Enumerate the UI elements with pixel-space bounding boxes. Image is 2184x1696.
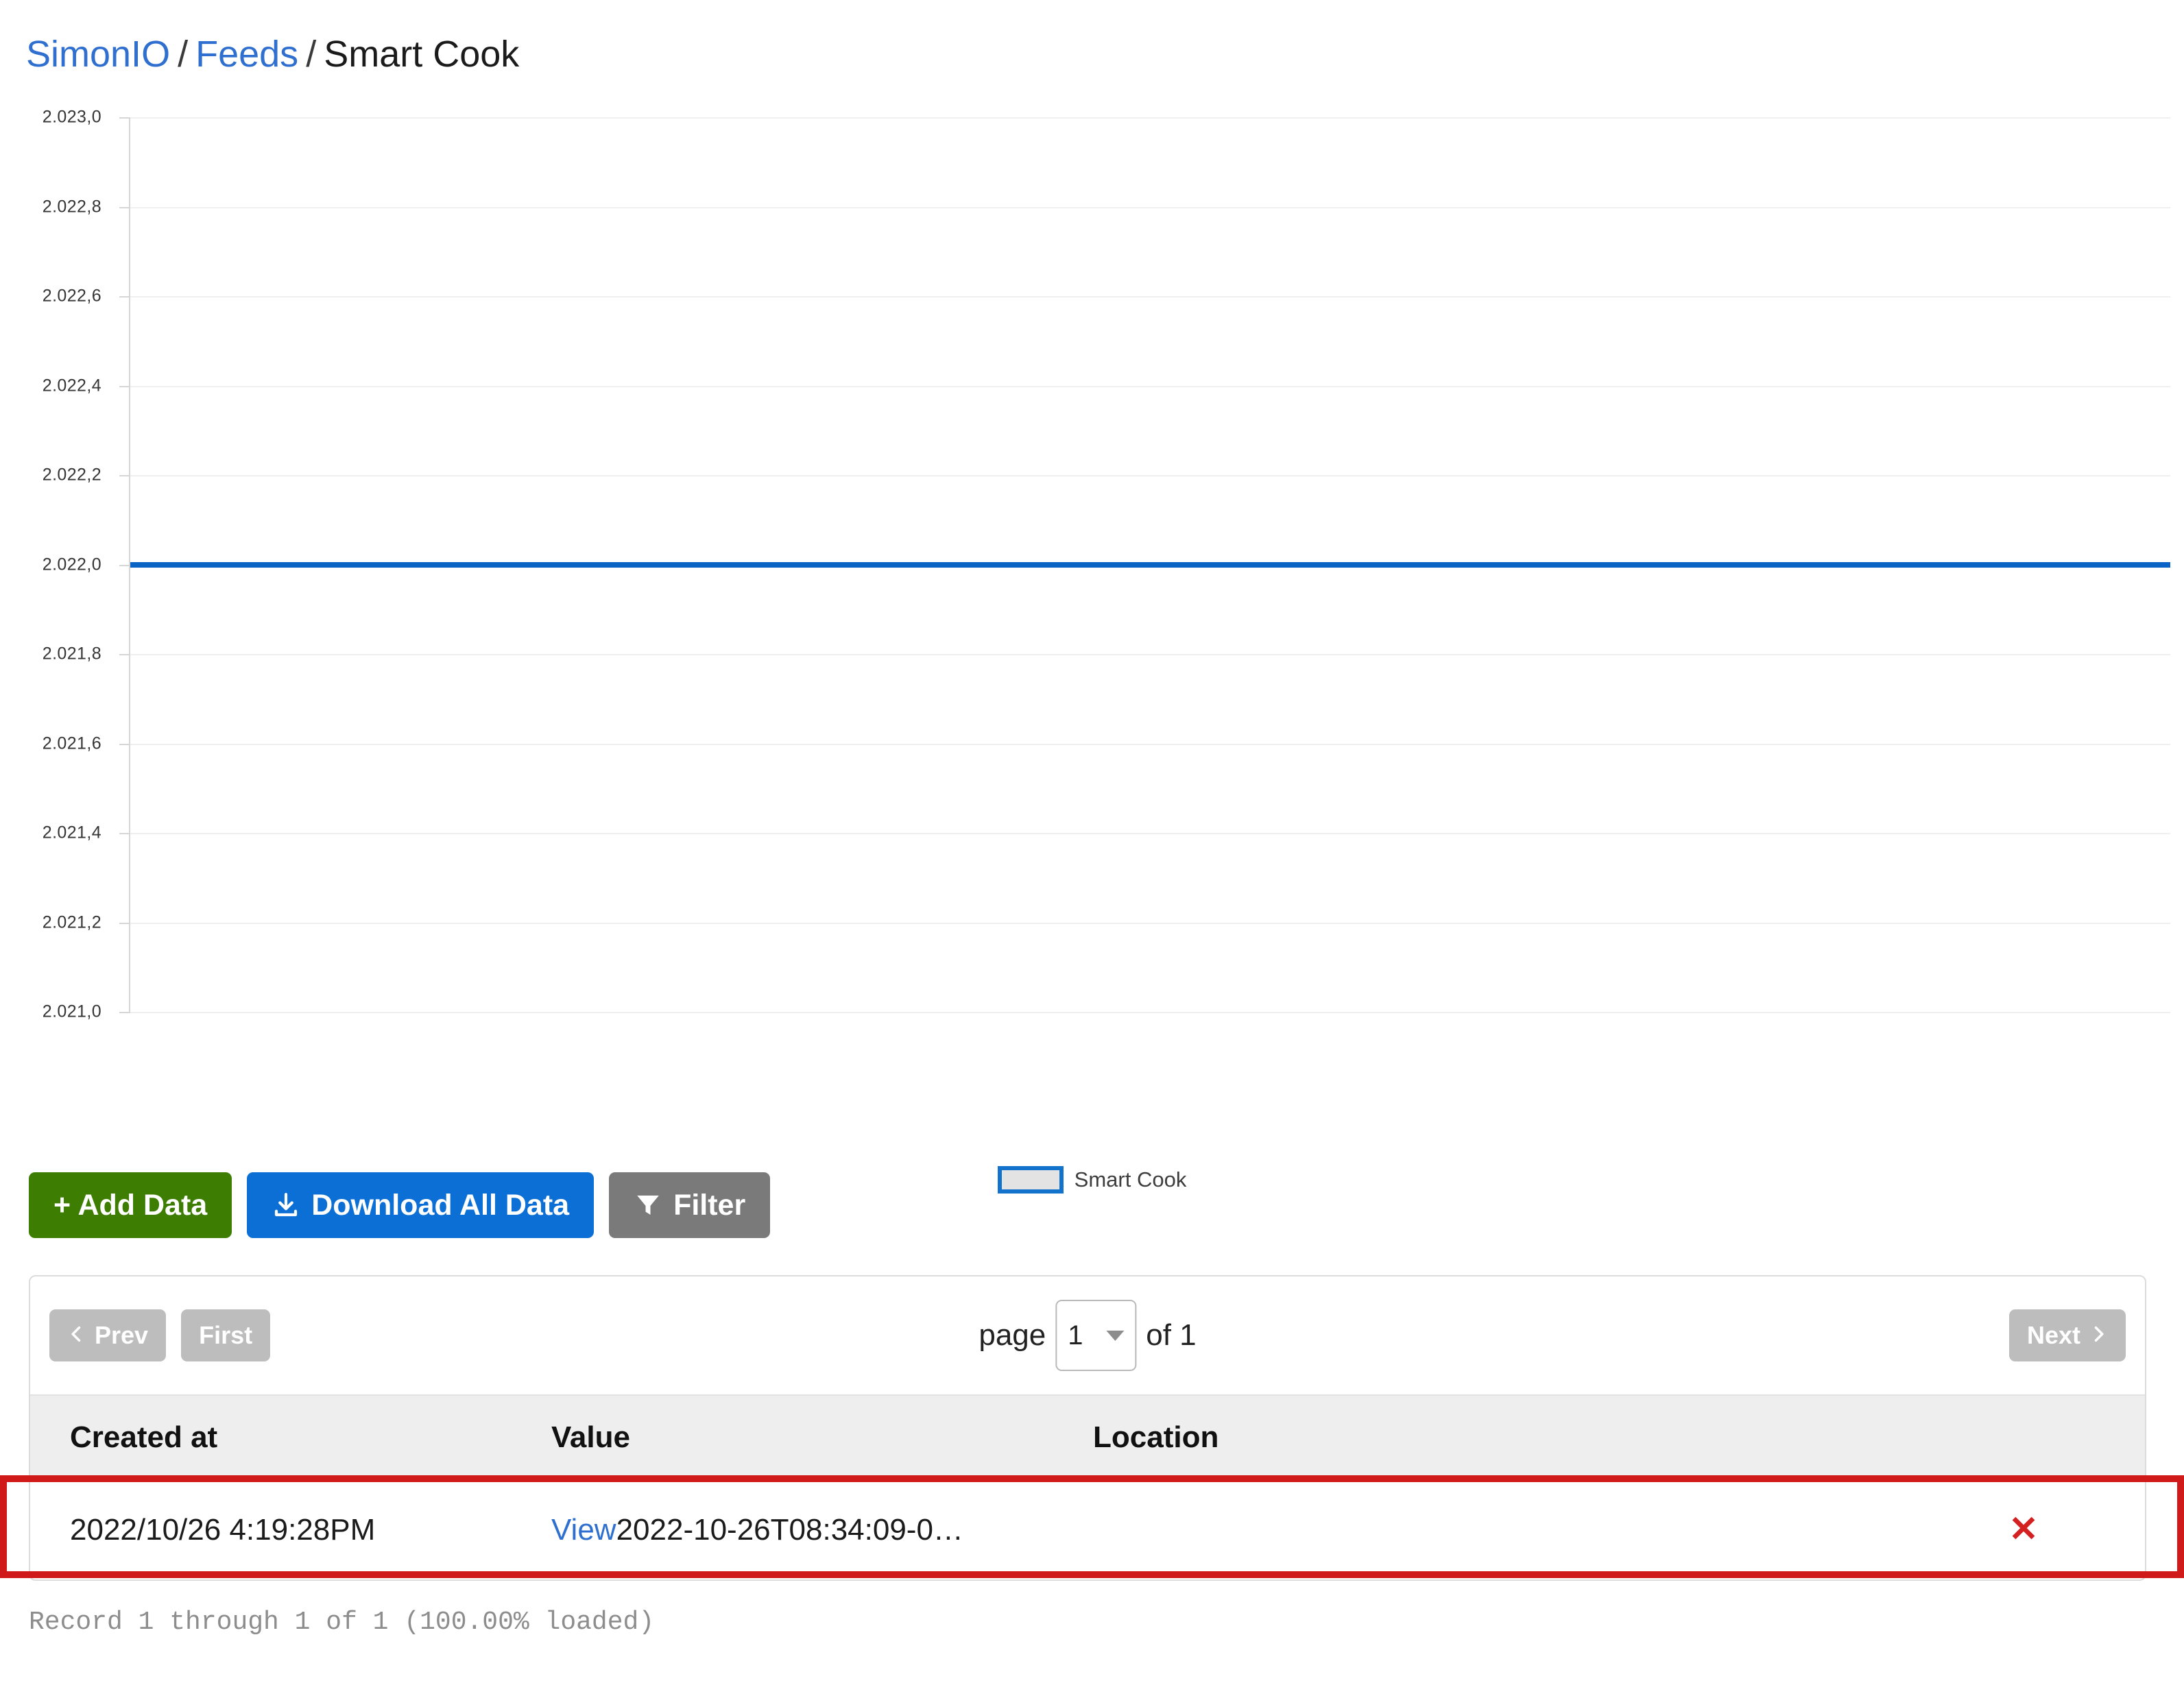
page-total-label: of 1 bbox=[1146, 1318, 1197, 1352]
cell-value: View2022-10-26T08:34:09-0… bbox=[551, 1513, 1093, 1547]
cell-actions: ✕ bbox=[1902, 1512, 2145, 1549]
chart-gridline bbox=[130, 922, 2170, 924]
y-axis-tick-label: 2.022,4 bbox=[42, 376, 101, 395]
delete-row-icon[interactable]: ✕ bbox=[2008, 1512, 2039, 1549]
y-axis-tick bbox=[119, 1012, 130, 1013]
cell-created-at: 2022/10/26 4:19:28PM bbox=[70, 1513, 376, 1547]
filter-label: Filter bbox=[673, 1188, 746, 1222]
chart-gridline bbox=[130, 296, 2170, 298]
first-page-label: First bbox=[199, 1321, 253, 1349]
page-number-select[interactable]: 1 bbox=[1055, 1300, 1137, 1371]
breadcrumb-current-page: Smart Cook bbox=[324, 34, 520, 75]
pagination-right-group: Next bbox=[2008, 1309, 2126, 1361]
chart-gridline bbox=[130, 833, 2170, 834]
data-table-panel: Prev First page 1 of 1 Next Created at V… bbox=[29, 1275, 2146, 1581]
page-number-value: 1 bbox=[1068, 1320, 1083, 1350]
data-toolbar: + Add Data Download All Data Filter bbox=[29, 1172, 771, 1238]
add-data-label: + Add Data bbox=[53, 1188, 208, 1222]
chevron-down-icon bbox=[1106, 1330, 1125, 1341]
view-value-link[interactable]: View bbox=[551, 1513, 616, 1547]
filter-button[interactable]: Filter bbox=[609, 1172, 771, 1238]
table-header-row: Created at Value Location bbox=[30, 1394, 2145, 1479]
download-all-data-button[interactable]: Download All Data bbox=[247, 1172, 595, 1238]
table-row[interactable]: 2022/10/26 4:19:28PM View2022-10-26T08:3… bbox=[30, 1479, 2145, 1579]
prev-page-button[interactable]: Prev bbox=[49, 1309, 167, 1361]
chart-gridline bbox=[130, 743, 2170, 745]
y-axis-tick-label: 2.022,8 bbox=[42, 197, 101, 216]
y-axis-tick bbox=[119, 833, 130, 834]
prev-page-label: Prev bbox=[95, 1321, 149, 1349]
page-selector-group: page 1 of 1 bbox=[979, 1300, 1197, 1371]
y-axis-tick bbox=[119, 654, 130, 655]
legend-swatch-smart-cook bbox=[997, 1166, 1064, 1194]
y-axis-tick bbox=[119, 206, 130, 208]
y-axis-tick-label: 2.021,2 bbox=[42, 912, 101, 932]
record-count-status: Record 1 through 1 of 1 (100.00% loaded) bbox=[29, 1608, 655, 1637]
column-header-created-at: Created at bbox=[70, 1420, 218, 1454]
funnel-icon bbox=[634, 1191, 662, 1220]
breadcrumb-separator-2: / bbox=[306, 34, 317, 75]
chevron-left-icon bbox=[67, 1321, 86, 1350]
y-axis-tick bbox=[119, 296, 130, 298]
next-page-label: Next bbox=[2026, 1321, 2080, 1349]
chart-gridline bbox=[130, 385, 2170, 387]
y-axis-tick bbox=[119, 743, 130, 745]
breadcrumb: SimonIO / Feeds / Smart Cook bbox=[0, 0, 2184, 73]
chart-gridline bbox=[130, 475, 2170, 476]
y-axis-tick-label: 2.021,6 bbox=[42, 734, 101, 753]
y-axis-tick bbox=[119, 922, 130, 924]
y-axis-tick-label: 2.022,6 bbox=[42, 286, 101, 306]
chart-gridline bbox=[130, 206, 2170, 208]
first-page-button[interactable]: First bbox=[181, 1309, 271, 1361]
y-axis-tick bbox=[119, 564, 130, 566]
y-axis-tick-label: 2.023,0 bbox=[42, 107, 101, 127]
column-header-location: Location bbox=[1093, 1420, 1219, 1454]
chart-plot-area: 2.023,0 2.022,8 2.022,6 2.022,4 2.022,2 2.022… bbox=[43, 108, 2170, 1021]
chart-gridline bbox=[130, 1012, 2170, 1013]
cell-value-text: 2022-10-26T08:34:09-0… bbox=[616, 1513, 963, 1547]
download-icon bbox=[272, 1191, 300, 1220]
next-page-button[interactable]: Next bbox=[2008, 1309, 2126, 1361]
column-header-value: Value bbox=[551, 1420, 630, 1454]
y-axis-tick bbox=[119, 475, 130, 476]
y-axis-tick bbox=[119, 117, 130, 119]
download-all-data-label: Download All Data bbox=[311, 1188, 570, 1222]
chart-gridline bbox=[130, 654, 2170, 655]
y-axis-tick bbox=[119, 385, 130, 387]
table-pagination: Prev First page 1 of 1 Next bbox=[30, 1276, 2145, 1394]
breadcrumb-link-feeds[interactable]: Feeds bbox=[195, 34, 298, 75]
pagination-left-group: Prev First bbox=[49, 1309, 271, 1361]
y-axis-tick-label: 2.022,2 bbox=[42, 465, 101, 485]
legend-label-smart-cook: Smart Cook bbox=[1074, 1167, 1187, 1191]
add-data-button[interactable]: + Add Data bbox=[29, 1172, 232, 1238]
page-word-label: page bbox=[979, 1318, 1046, 1352]
chart-series-line bbox=[130, 561, 2170, 568]
feed-chart: 2.023,0 2.022,8 2.022,6 2.022,4 2.022,2 2.022… bbox=[0, 93, 2184, 1194]
y-axis-tick-label: 2.022,0 bbox=[42, 555, 101, 574]
chart-gridline bbox=[130, 117, 2170, 119]
y-axis-tick-label: 2.021,4 bbox=[42, 823, 101, 843]
chevron-right-icon bbox=[2089, 1321, 2108, 1350]
y-axis-tick-label: 2.021,8 bbox=[42, 644, 101, 664]
breadcrumb-separator-1: / bbox=[178, 34, 189, 75]
y-axis-tick-label: 2.021,0 bbox=[42, 1002, 101, 1021]
breadcrumb-link-root[interactable]: SimonIO bbox=[26, 34, 170, 75]
